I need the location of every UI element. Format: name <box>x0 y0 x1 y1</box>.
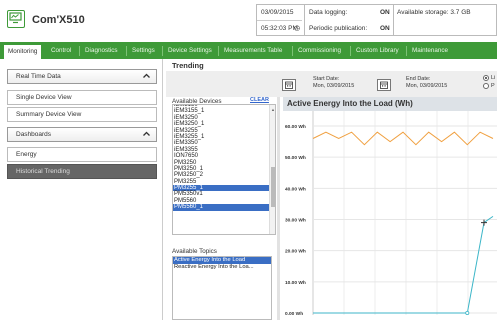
device-list[interactable]: iEM3150 iEM3155_1 iEM3250 iEM3250_1 iEM3255 i… <box>172 104 276 235</box>
section-dashboards[interactable]: Dashboards <box>7 127 157 142</box>
nav-separator <box>406 46 407 56</box>
y-tick-label: 50.00 Wh <box>285 155 306 161</box>
tab-commissioning[interactable]: Commissioning <box>294 42 345 59</box>
available-storage: Available storage: 3.7 GB <box>397 9 471 16</box>
end-date-button[interactable] <box>377 79 391 91</box>
device-list-items: iEM3150 iEM3155_1 iEM3250 iEM3250_1 iEM3255 i… <box>173 105 275 211</box>
main-nav: Monitoring Control Diagnostics Settings … <box>0 42 497 59</box>
sidebar: Real Time Data Single Device View Summar… <box>0 59 163 320</box>
radio-line-label: Li <box>491 75 496 81</box>
page-title: Trending <box>172 61 204 70</box>
section-real-time-data[interactable]: Real Time Data <box>7 69 157 84</box>
scroll-thumb[interactable] <box>271 167 275 207</box>
start-date-label: Start Date: <box>313 76 340 82</box>
nav-separator <box>350 46 351 56</box>
clear-button[interactable]: CLEAR <box>250 97 269 103</box>
topic-item[interactable]: Active Energy Into the Load <box>173 257 271 264</box>
chevron-up-icon <box>143 73 150 78</box>
sidebar-item-summary-device-view[interactable]: Summary Device View <box>7 107 157 122</box>
calendar-icon <box>285 81 293 89</box>
data-point-marker <box>465 310 470 315</box>
scroll-up-icon[interactable]: ▲ <box>271 107 275 112</box>
section-label: Real Time Data <box>16 73 61 80</box>
device-list-scrollbar[interactable]: ▲ <box>269 105 275 234</box>
y-tick-label: 20.00 Wh <box>285 249 306 255</box>
panel-splitter[interactable] <box>277 97 280 320</box>
tab-maintenance[interactable]: Maintenance <box>408 42 452 59</box>
nav-separator <box>218 46 219 56</box>
tab-custom-library[interactable]: Custom Library <box>352 42 403 59</box>
status-time: 05:32:03 PM <box>261 25 298 32</box>
y-tick-label: 0.00 Wh <box>285 311 303 317</box>
nav-separator <box>79 46 80 56</box>
nav-separator <box>162 46 163 56</box>
periodic-publication-label: Periodic publication: <box>309 25 368 32</box>
data-logging-label: Data logging: <box>309 9 348 16</box>
start-date-value: Mon, 03/09/2015 <box>313 83 355 89</box>
radio-period[interactable] <box>483 83 489 89</box>
y-tick-label: 10.00 Wh <box>285 280 306 286</box>
comx-logo-icon <box>7 10 25 28</box>
sidebar-item-energy[interactable]: Energy <box>7 147 157 162</box>
status-panel: 03/09/2015 05:32:03 PM ◷ Data logging: O… <box>256 4 497 36</box>
y-tick-label: 60.00 Wh <box>285 124 306 130</box>
radio-period-label: P <box>491 83 495 89</box>
status-divider <box>393 5 394 35</box>
nav-separator <box>292 46 293 56</box>
sidebar-item-single-device-view[interactable]: Single Device View <box>7 90 157 105</box>
energy-chart: 0.00 Wh 10.00 Wh 20.00 Wh 30.00 Wh 40.00 Wh 5… <box>283 111 497 320</box>
end-date-value: Mon, 03/09/2015 <box>406 83 448 89</box>
section-label: Dashboards <box>16 131 52 138</box>
topic-item[interactable]: Reactive Energy Into the Loa... <box>173 264 271 271</box>
chart-title: Active Energy Into the Load (Wh) <box>287 99 413 108</box>
tab-device-settings[interactable]: Device Settings <box>164 42 216 59</box>
y-tick-label: 30.00 Wh <box>285 218 306 224</box>
tab-measurements-table[interactable]: Measurements Table <box>220 42 286 59</box>
sidebar-item-historical-trending[interactable]: Historical Trending <box>7 164 157 179</box>
end-date-label: End Date: <box>406 76 431 82</box>
tab-diagnostics[interactable]: Diagnostics <box>81 42 122 59</box>
app-title: Com'X510 <box>32 14 85 26</box>
status-date: 03/09/2015 <box>261 9 294 16</box>
tab-monitoring[interactable]: Monitoring <box>3 44 43 59</box>
start-date-button[interactable] <box>282 79 296 91</box>
nav-separator <box>126 46 127 56</box>
periodic-publication-value: ON <box>380 25 390 32</box>
available-topics-label: Available Topics <box>172 248 217 255</box>
tab-control[interactable]: Control <box>47 42 75 59</box>
date-controls: Start Date: Mon, 03/09/2015 End Date: Mo… <box>166 71 497 97</box>
tab-settings[interactable]: Settings <box>128 42 159 59</box>
calendar-icon <box>380 81 388 89</box>
device-list-item[interactable]: PM5560_1 <box>173 204 275 211</box>
status-divider <box>257 20 302 21</box>
data-logging-value: ON <box>380 9 390 16</box>
radio-line[interactable] <box>483 75 489 81</box>
app-header: Com'X510 03/09/2015 05:32:03 PM ◷ Data l… <box>0 0 497 40</box>
clock-icon: ◷ <box>294 25 301 32</box>
chevron-up-icon <box>143 131 150 136</box>
topic-list[interactable]: Active Energy Into the Load Reactive Ene… <box>172 256 272 320</box>
y-tick-label: 40.00 Wh <box>285 186 306 192</box>
status-divider <box>304 5 305 35</box>
